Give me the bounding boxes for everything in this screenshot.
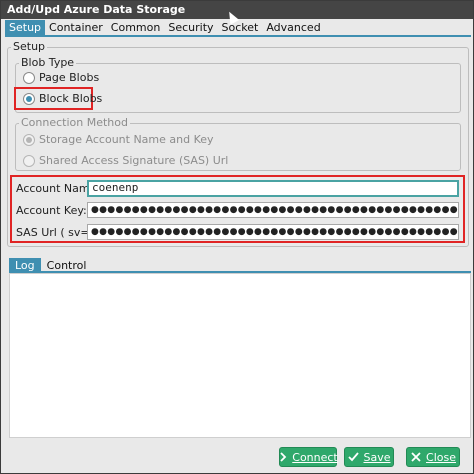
page-blobs-option[interactable]: Page Blobs [23,71,99,84]
tab-socket[interactable]: Socket [218,20,263,35]
storage-account-key-label: Storage Account Name and Key [39,133,214,146]
setup-group-label: Setup [11,40,48,53]
tab-security[interactable]: Security [164,20,217,35]
page-blobs-radio[interactable] [23,71,35,84]
sas-url-input[interactable]: ●●●●●●●●●●●●●●●●●●●●●●●●●●●●●●●●●●●●●●●●… [87,224,459,240]
connection-method-label: Connection Method [19,116,130,129]
tab-advanced[interactable]: Advanced [262,20,324,35]
block-blobs-label: Block Blobs [39,92,103,105]
log-tabstrip: Log Control [9,258,92,272]
account-name-input[interactable]: coenenp [87,180,459,197]
close-button[interactable]: Close [406,447,460,467]
account-key-input[interactable]: ●●●●●●●●●●●●●●●●●●●●●●●●●●●●●●●●●●●●●●●●… [87,202,459,218]
storage-account-key-option[interactable]: Storage Account Name and Key [23,133,214,146]
tab-log[interactable]: Log [9,258,41,272]
page-blobs-label: Page Blobs [39,71,100,84]
close-label: Close [426,450,456,464]
block-blobs-option[interactable]: Block Blobs [23,92,102,105]
sas-url-radio[interactable] [23,154,35,167]
save-label: Save [363,450,391,464]
dialog-window: Add/Upd Azure Data Storage Setup Contain… [0,0,474,474]
sas-url-option-label: Shared Access Signature (SAS) Url [39,154,229,167]
block-blobs-radio[interactable] [23,92,35,105]
check-icon [347,451,359,463]
chevron-right-icon [278,451,288,463]
tab-container[interactable]: Container [45,20,107,35]
tab-common[interactable]: Common [107,20,165,35]
sas-url-option[interactable]: Shared Access Signature (SAS) Url [23,154,228,167]
log-area[interactable] [9,273,471,438]
main-tabstrip: Setup Container Common Security Socket A… [5,20,325,36]
connect-label: Connect [292,450,338,464]
blob-type-label: Blob Type [19,56,77,69]
window-title: Add/Upd Azure Data Storage [7,3,186,16]
tab-setup[interactable]: Setup [5,20,46,35]
close-icon [410,451,422,463]
storage-account-key-radio[interactable] [23,133,35,146]
save-button[interactable]: Save [344,447,394,467]
tab-control[interactable]: Control [41,258,93,272]
tab-underline [5,35,471,37]
account-key-label: Account Key: [16,204,87,217]
connect-button[interactable]: Connect [278,447,338,467]
